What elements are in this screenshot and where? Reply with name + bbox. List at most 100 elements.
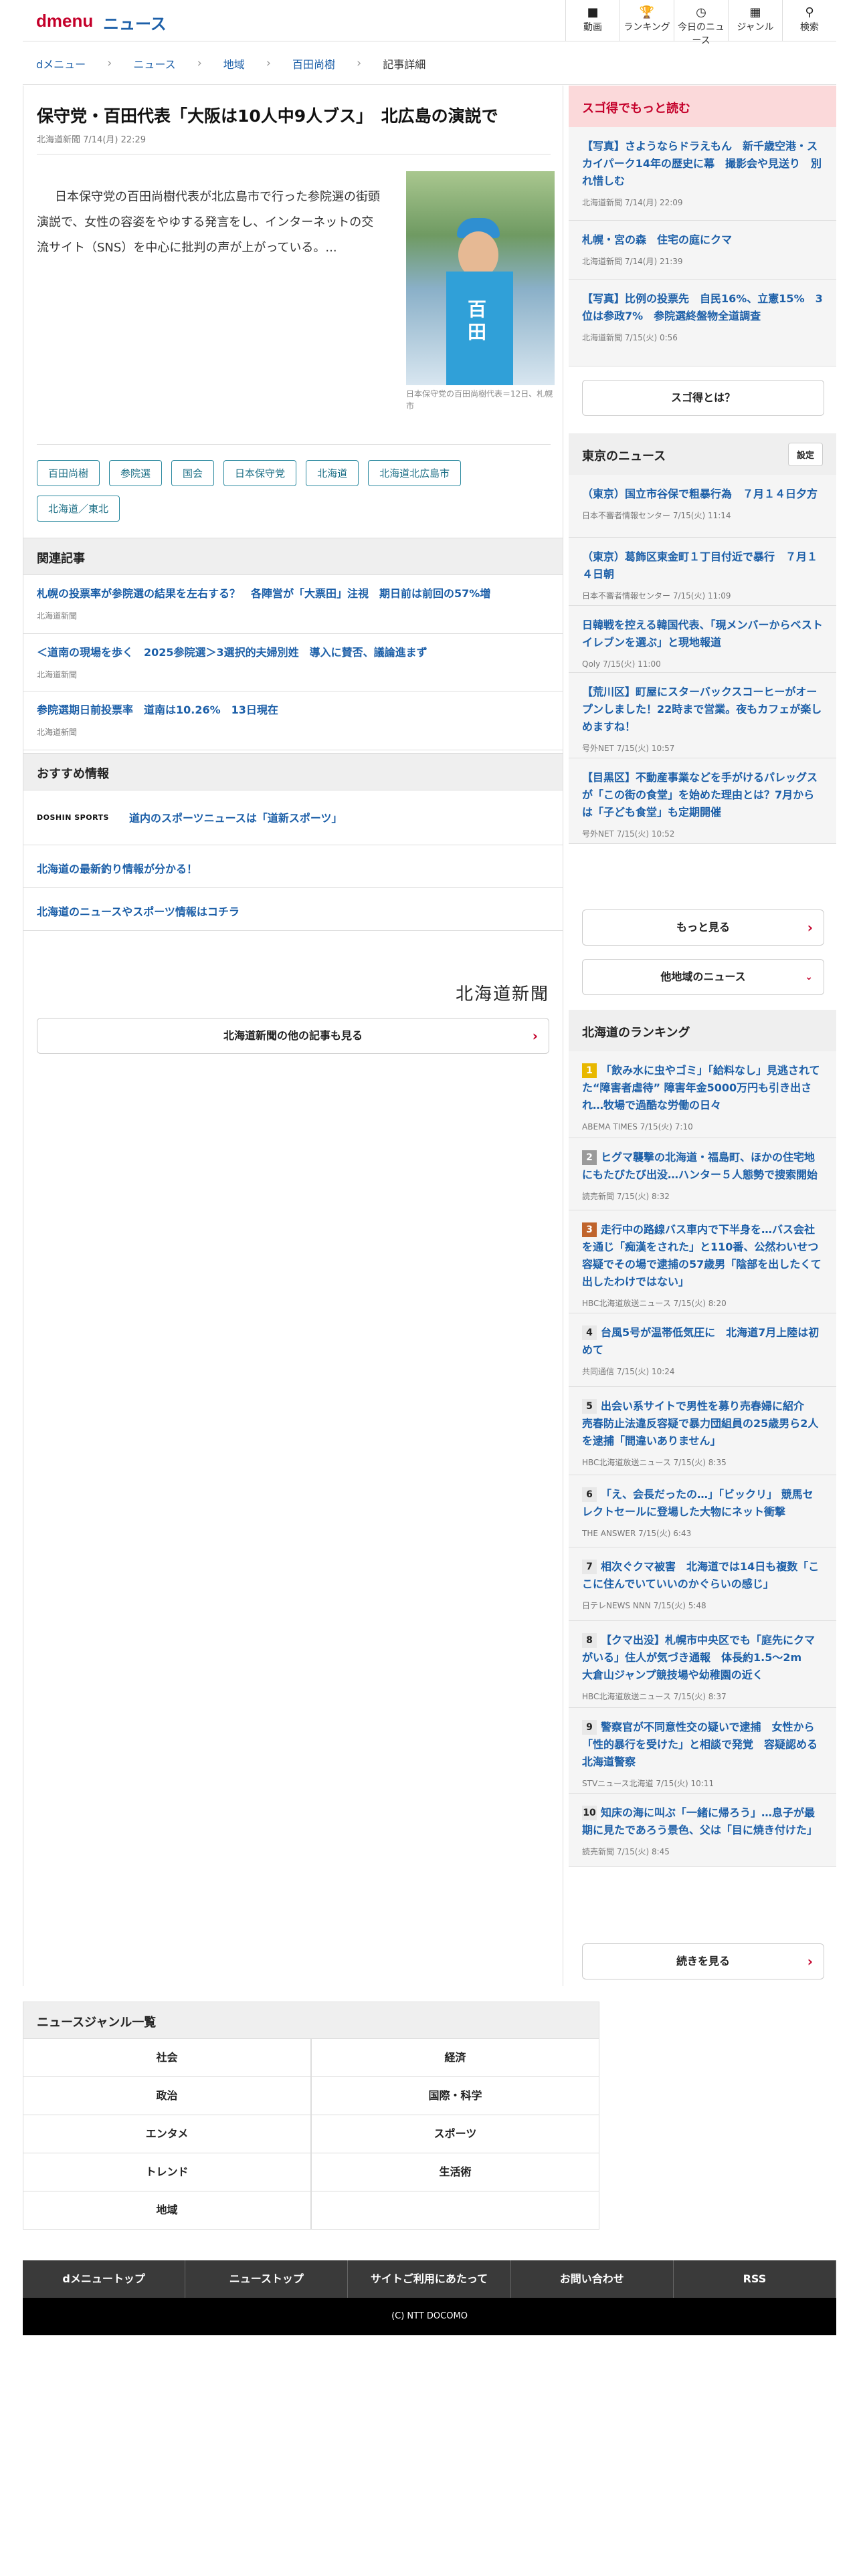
- related-item[interactable]: ＜道南の現場を歩く 2025参院選＞3選択的夫婦別姓 導入に賛否、議論進まず 北海…: [23, 634, 563, 691]
- footer-link[interactable]: お問い合わせ: [511, 2260, 674, 2298]
- topic-tag[interactable]: 北海道北広島市: [368, 460, 462, 486]
- footer-link[interactable]: ニューストップ: [185, 2260, 349, 2298]
- breadcrumb-item[interactable]: dメニュー: [36, 56, 86, 72]
- recommended-heading: おすすめ情報: [23, 753, 563, 790]
- nav-search[interactable]: ⚲ 検索: [782, 0, 836, 41]
- tokyo-news-item[interactable]: （東京）葛飾区東金町１丁目付近で暴行 ７月１４日朝 日本不審者情報センター 7/1…: [569, 538, 836, 606]
- recommended-item[interactable]: 北海道の最新釣り情報が分かる！: [23, 845, 563, 888]
- sugotoku-item[interactable]: 札幌・宮の森 住宅の庭にクマ 北海道新聞 7/14(月) 21:39: [569, 221, 836, 280]
- article-photo[interactable]: 百田: [406, 171, 555, 385]
- nav-clock[interactable]: ◷ 今日のニュース: [674, 0, 728, 46]
- other-region-button[interactable]: 他地域のニュース ⌄: [582, 959, 824, 995]
- genre-cell[interactable]: 政治: [23, 2077, 311, 2115]
- genre-heading: ニュースジャンル一覧: [23, 2002, 599, 2039]
- nav-trophy[interactable]: 🏆 ランキング: [619, 0, 674, 41]
- ranking-item-source: 共同通信 7/15(火) 10:24: [582, 1367, 675, 1376]
- sugotoku-item[interactable]: 【写真】さようならドラえもん 新千歳空港・スカイパーク14年の歴史に幕 撮影会や…: [569, 127, 836, 221]
- ranking-item-source: 日テレNEWS NNN 7/15(火) 5:48: [582, 1601, 706, 1610]
- ranking-item[interactable]: 4 台風5号が温帯低気圧に 北海道7月上陸は初めて共同通信 7/15(火) 10:…: [569, 1313, 836, 1387]
- ranking-item-source: ABEMA TIMES 7/15(火) 7:10: [582, 1122, 693, 1132]
- sugotoku-item-source: 北海道新聞 7/14(月) 22:09: [582, 198, 683, 207]
- topic-tag[interactable]: 日本保守党: [223, 460, 297, 486]
- tokyo-news-item[interactable]: 【荒川区】町屋にスターバックスコーヒーがオープンしました！22時まで営業。夜もカ…: [569, 673, 836, 758]
- ranking-item-title: 「え、会長だったの…」「ビックリ」 競馬セレクトセールに登場した大物にネット衝撃: [582, 1488, 814, 1518]
- related-heading: 関連記事: [23, 538, 563, 575]
- sugotoku-item[interactable]: 【写真】比例の投票先 自民16%、立憲15% 3位は参政7% 参院選終盤物全道調…: [569, 280, 836, 366]
- ranking-item[interactable]: 2 ヒグマ襲撃の北海道・福島町、ほかの住宅地にもたびたび出没…ハンター５人態勢で捜…: [569, 1138, 836, 1210]
- ranking-item-title-row: 5 出会い系サイトで男性を募り売春婦に紹介 売春防止法違反容疑で暴力団組員の25歳…: [582, 1398, 823, 1450]
- tokyo-news-item[interactable]: 日韓戦を控える韓国代表、「現メンバーからベストイレブンを選ぶ」と現地報道 Qoly…: [569, 606, 836, 673]
- ranking-item[interactable]: 7 相次ぐクマ被害 北海道では14日も複数「ここに住んでいていいのかぐらいの感じ」…: [569, 1547, 836, 1621]
- ranking-item[interactable]: 3 走行中の路線バス車内で下半身を…バス会社を通じ「痴漢をされた」と110番、公然…: [569, 1210, 836, 1313]
- grid-icon: ▦: [749, 5, 761, 19]
- ranking-item[interactable]: 8 【クマ出没】札幌市中央区でも「庭先にクマがいる」住人が気づき通報 体長約1.5…: [569, 1621, 836, 1708]
- topic-tag[interactable]: 北海道: [306, 460, 359, 486]
- sugotoku-item-title: 【写真】さようならドラえもん 新千歳空港・スカイパーク14年の歴史に幕 撮影会や…: [582, 140, 822, 187]
- ranking-item-title: 相次ぐクマ被害 北海道では14日も複数「ここに住んでいていいのかぐらいの感じ」: [582, 1560, 820, 1590]
- ranking-more-button[interactable]: 続きを見る ›: [582, 1943, 824, 1979]
- genre-cell[interactable]: 国際・科学: [311, 2077, 599, 2115]
- chevron-right-icon: ›: [107, 56, 112, 70]
- tokyo-more-label: もっと見る: [676, 921, 730, 934]
- nav-label: 動画: [583, 22, 602, 33]
- tokyo-news-title: 【目黒区】不動産事業などを手がけるパレッグスが「この街の食堂」を始めた理由とは？…: [582, 771, 818, 819]
- ranking-item-title: 出会い系サイトで男性を募り売春婦に紹介 売春防止法違反容疑で暴力団組員の25歳男…: [582, 1400, 819, 1447]
- genre-cell[interactable]: スポーツ: [311, 2115, 599, 2153]
- chevron-right-icon: ›: [807, 920, 813, 936]
- ranking-item[interactable]: 6 「え、会長だったの…」「ビックリ」 競馬セレクトセールに登場した大物にネット衝…: [569, 1475, 836, 1547]
- top-nav: ■ 動画 🏆 ランキング ◷ 今日のニュース ▦ ジャンル ⚲ 検索: [565, 0, 836, 46]
- breadcrumb-item[interactable]: 地域: [223, 56, 245, 72]
- tokyo-news-item[interactable]: 【目黒区】不動産事業などを手がけるパレッグスが「この街の食堂」を始めた理由とは？…: [569, 758, 836, 844]
- footer-link[interactable]: サイトご利用にあたって: [348, 2260, 511, 2298]
- related-item[interactable]: 札幌の投票率が参院選の結果を左右する？ 各陣営が「大票田」注視 期日前は前回の5…: [23, 575, 563, 634]
- recommended-item[interactable]: DOSHIN SPORTS 道内のスポーツニュースは「道新スポーツ」: [23, 790, 563, 845]
- ranking-item-title: 知床の海に叫ぶ「一緒に帰ろう」…息子が最期に見たであろう景色、父は「目に焼き付け…: [582, 1806, 818, 1836]
- topic-tag[interactable]: 参院選: [109, 460, 163, 486]
- chevron-right-icon: ›: [532, 1028, 538, 1044]
- tokyo-news-item[interactable]: （東京）国立市谷保で粗暴行為 ７月１４日夕方 日本不審者情報センター 7/15(火…: [569, 475, 836, 538]
- rank-number-badge: 1: [582, 1063, 597, 1078]
- nav-video[interactable]: ■ 動画: [565, 0, 619, 41]
- ranking-item[interactable]: 9 警察官が不同意性交の疑いで逮捕 女性から「性的暴行を受けた」と相談で発覚 容疑…: [569, 1708, 836, 1794]
- settings-button[interactable]: 設定: [787, 443, 823, 466]
- sugotoku-about-button[interactable]: スゴ得とは？: [582, 380, 824, 416]
- genre-cell[interactable]: 経済: [311, 2039, 599, 2077]
- site-name[interactable]: ニュース: [103, 11, 167, 34]
- chevron-right-icon: ›: [197, 56, 202, 70]
- genre-cell[interactable]: 地域: [23, 2191, 311, 2230]
- ranking-item[interactable]: 5 出会い系サイトで男性を募り売春婦に紹介 売春防止法違反容疑で暴力団組員の25歳…: [569, 1387, 836, 1475]
- article-lead: 日本保守党の百田尚樹代表が北広島市で行った参院選の街頭演説で、女性の容姿をやゆす…: [37, 190, 380, 255]
- ranking-item[interactable]: 1 「飲み水に虫やゴミ」「給料なし」見逃されてた“障害者虐待” 障害年金5000万…: [569, 1051, 836, 1138]
- breadcrumb-item[interactable]: ニュース: [133, 56, 175, 72]
- rank-number-badge: 4: [582, 1325, 597, 1340]
- genre-cell[interactable]: トレンド: [23, 2153, 311, 2191]
- rank-number-badge: 6: [582, 1487, 597, 1502]
- site-header: dmenu ニュース ■ 動画 🏆 ランキング ◷ 今日のニュース ▦ ジャンル ⚲ 検索: [23, 0, 836, 46]
- ranking-item-title-row: 7 相次ぐクマ被害 北海道では14日も複数「ここに住んでいていいのかぐらいの感じ」: [582, 1558, 823, 1593]
- recommended-item[interactable]: 北海道のニュースやスポーツ情報はコチラ: [23, 888, 563, 931]
- genre-cell[interactable]: 社会: [23, 2039, 311, 2077]
- related-item-source: 北海道新聞: [37, 670, 78, 679]
- rank-number-badge: 8: [582, 1633, 597, 1648]
- ranking-item-source: HBC北海道放送ニュース 7/15(火) 8:37: [582, 1692, 727, 1701]
- article-title: 保守党・百田代表「大阪は10人中9人ブス」 北広島の演説で: [37, 106, 498, 126]
- nav-grid[interactable]: ▦ ジャンル: [728, 0, 782, 41]
- genre-cell: [311, 2191, 599, 2230]
- breadcrumb: dメニュー › ニュース › 地域 › 百田尚樹 › 記事詳細: [23, 42, 836, 85]
- topic-tag[interactable]: 国会: [171, 460, 215, 486]
- ranking-item[interactable]: 10 知床の海に叫ぶ「一緒に帰ろう」…息子が最期に見たであろう景色、父は「目に焼き…: [569, 1794, 836, 1867]
- tokyo-more-button[interactable]: もっと見る ›: [582, 909, 824, 946]
- topic-tag[interactable]: 北海道／東北: [37, 496, 120, 522]
- related-item[interactable]: 参院選期日前投票率 道南は10.26% 13日現在 北海道新聞: [23, 691, 563, 750]
- topic-tag[interactable]: 百田尚樹: [37, 460, 100, 486]
- tokyo-news-title: 東京のニュース: [582, 449, 666, 463]
- genre-cell[interactable]: 生活術: [311, 2153, 599, 2191]
- ranking-item-title: 台風5号が温帯低気圧に 北海道7月上陸は初めて: [582, 1326, 820, 1356]
- genre-cell[interactable]: エンタメ: [23, 2115, 311, 2153]
- dmenu-logo[interactable]: dmenu: [36, 11, 93, 31]
- ranking-heading: 北海道のランキング: [569, 1010, 836, 1051]
- footer-link[interactable]: RSS: [674, 2260, 837, 2298]
- breadcrumb-item[interactable]: 百田尚樹: [292, 56, 335, 72]
- publisher-more-button[interactable]: 北海道新聞の他の記事も見る ›: [37, 1018, 549, 1054]
- footer-link[interactable]: dメニュートップ: [23, 2260, 186, 2298]
